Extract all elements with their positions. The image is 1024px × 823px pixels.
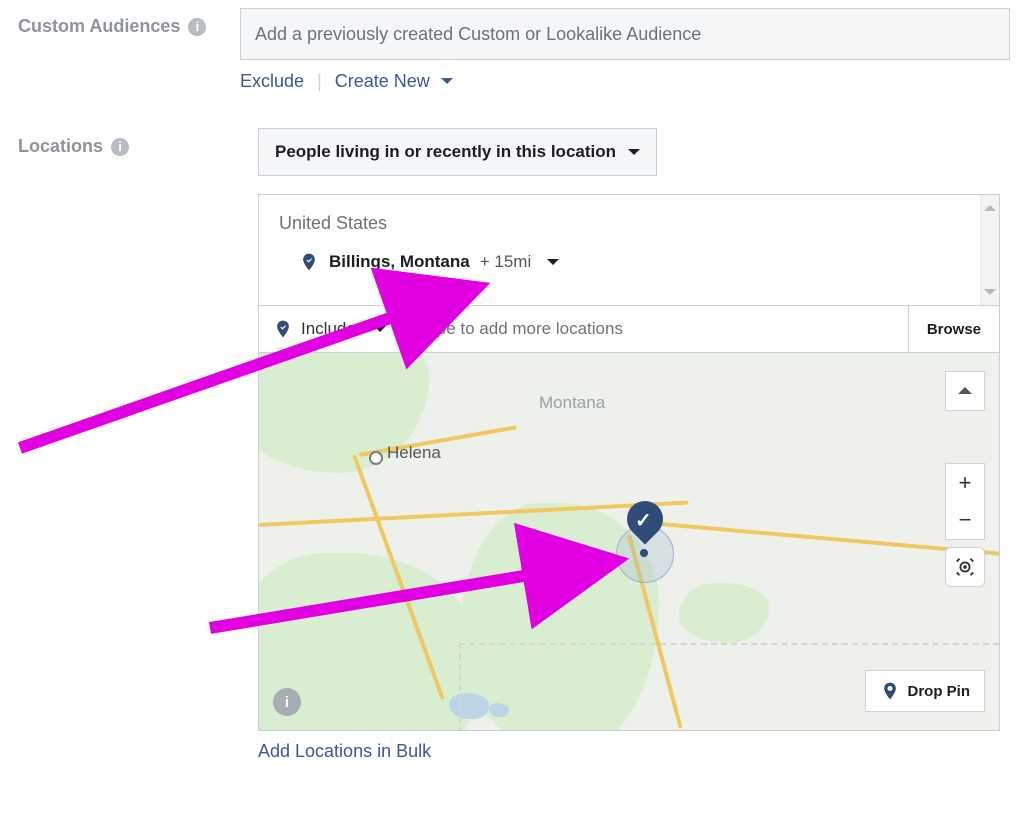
pin-icon [880, 679, 900, 703]
selected-city-row[interactable]: Billings, Montana + 15mi [279, 250, 979, 274]
exclude-link[interactable]: Exclude [240, 71, 304, 91]
scroll-down-icon[interactable] [984, 289, 996, 301]
info-icon[interactable]: i [188, 18, 206, 36]
browse-button[interactable]: Browse [908, 306, 999, 352]
custom-audiences-label: Custom Audiences i [0, 8, 240, 37]
map-info-button[interactable]: i [273, 688, 301, 716]
caret-down-icon [628, 149, 640, 161]
map-locate-button[interactable] [945, 547, 985, 587]
caret-down-icon[interactable] [547, 259, 559, 271]
map-pin-icon[interactable]: ✓ [621, 501, 669, 549]
locations-label: Locations i [0, 128, 258, 157]
map-pin-center [640, 549, 648, 557]
drop-pin-label: Drop Pin [908, 683, 971, 700]
map-city-label: Helena [387, 443, 441, 463]
map-border [459, 643, 999, 645]
map-water [449, 693, 489, 719]
caret-down-icon [374, 326, 386, 338]
include-label: Include [301, 319, 356, 339]
pin-icon [273, 317, 293, 341]
add-locations-bulk-link[interactable]: Add Locations in Bulk [258, 741, 1010, 762]
selected-locations-panel: United States Billings, Montana + 15mi [258, 194, 1000, 306]
custom-audiences-input[interactable]: Add a previously created Custom or Looka… [240, 8, 1010, 60]
map-city-dot [369, 451, 383, 465]
country-label: United States [279, 213, 979, 234]
map-collapse-button[interactable] [945, 371, 985, 411]
locations-label-text: Locations [18, 136, 103, 157]
map-zoom-in-button[interactable]: + [945, 463, 985, 503]
info-icon[interactable]: i [111, 138, 129, 156]
map[interactable]: Helena Montana ✓ + − [258, 353, 1000, 731]
scroll-up-icon[interactable] [984, 199, 996, 211]
selected-radius: + 15mi [480, 252, 532, 272]
location-filter-selected: People living in or recently in this loc… [275, 142, 616, 162]
chevron-up-icon [958, 380, 972, 394]
drop-pin-button[interactable]: Drop Pin [865, 670, 986, 712]
pin-icon [299, 250, 319, 274]
map-water [489, 703, 509, 717]
map-state-label: Montana [539, 393, 605, 413]
selected-city-name: Billings, Montana [329, 252, 470, 272]
create-new-link[interactable]: Create New [335, 71, 453, 91]
locate-icon [954, 556, 976, 578]
scrollbar[interactable] [980, 195, 999, 305]
divider [406, 315, 407, 343]
caret-down-icon [441, 78, 453, 90]
create-new-label: Create New [335, 71, 430, 91]
map-border [459, 643, 463, 731]
map-zoom-out-button[interactable]: − [945, 501, 985, 540]
location-input-bar: Include Type to add more locations Brows… [258, 306, 1000, 353]
custom-audiences-placeholder: Add a previously created Custom or Looka… [255, 24, 701, 45]
custom-audiences-label-text: Custom Audiences [18, 16, 180, 37]
separator: | [317, 71, 322, 91]
location-text-input[interactable]: Type to add more locations [413, 319, 908, 339]
location-filter-dropdown[interactable]: People living in or recently in this loc… [258, 128, 657, 176]
include-exclude-dropdown[interactable]: Include [259, 317, 400, 341]
